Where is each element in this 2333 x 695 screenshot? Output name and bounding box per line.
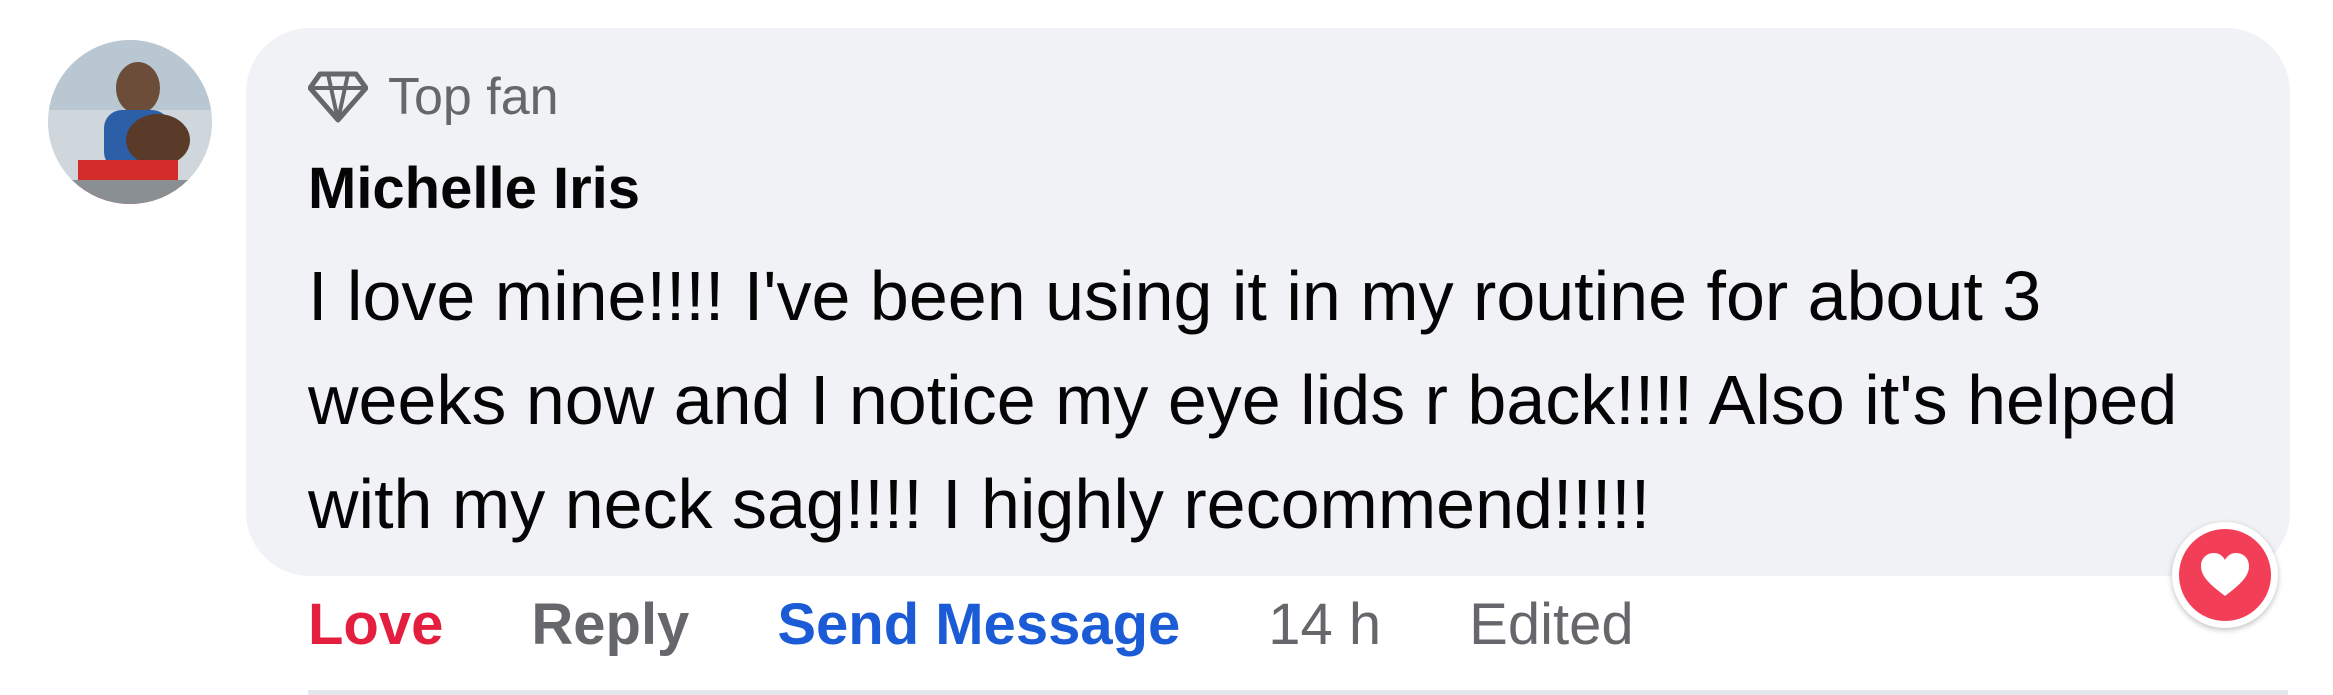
love-button[interactable]: Love bbox=[308, 590, 443, 660]
reply-button[interactable]: Reply bbox=[531, 590, 689, 660]
comment-text: I love mine!!!! I've been using it in my… bbox=[308, 257, 2178, 543]
badge-label: Top fan bbox=[388, 68, 559, 126]
reaction-badge[interactable] bbox=[2172, 522, 2278, 628]
divider bbox=[308, 690, 2288, 695]
comment: Top fan Michelle Iris I love mine!!!! I'… bbox=[0, 0, 2333, 695]
diamond-icon bbox=[308, 71, 368, 123]
edited-label: Edited bbox=[1469, 592, 1634, 657]
author-name[interactable]: Michelle Iris bbox=[308, 154, 2290, 224]
top-fan-badge: Top fan bbox=[308, 64, 2290, 130]
send-message-button[interactable]: Send Message bbox=[777, 590, 1180, 660]
avatar[interactable] bbox=[48, 40, 212, 204]
heart-icon bbox=[2201, 553, 2249, 596]
comment-bubble: Top fan Michelle Iris I love mine!!!! I'… bbox=[246, 28, 2290, 576]
comment-actions: Love Reply Send Message 14 h Edited bbox=[308, 590, 1722, 660]
timestamp[interactable]: 14 h bbox=[1268, 590, 1381, 660]
